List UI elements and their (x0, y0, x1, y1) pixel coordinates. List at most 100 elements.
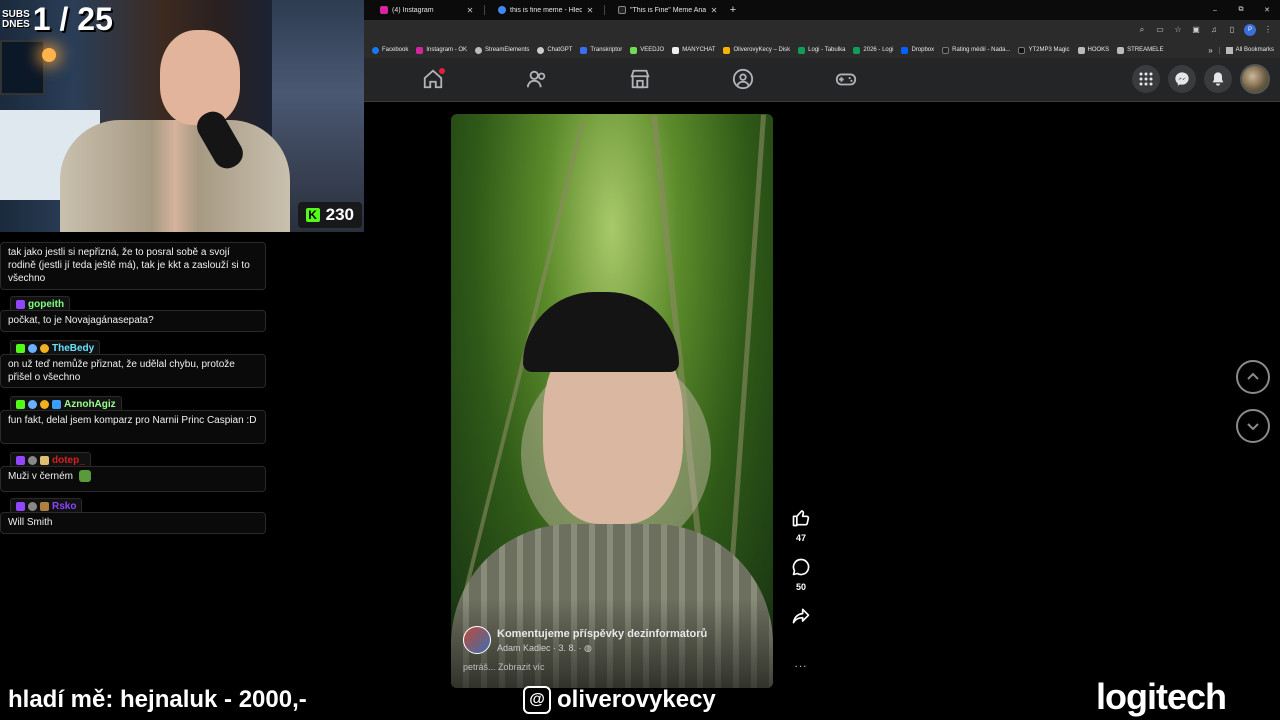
tab-title: (4) Instagram (392, 6, 434, 14)
site-icon (618, 6, 626, 14)
like-count: 47 (795, 533, 806, 543)
nav-gaming[interactable] (835, 68, 857, 90)
nav-home[interactable] (422, 68, 445, 90)
post-author[interactable]: Adam Kadlec (497, 643, 551, 653)
chat-message: Muži v černém (0, 466, 266, 492)
bookmark-veedjo[interactable]: VEEDJO (626, 46, 668, 54)
reel-video[interactable]: Komentujeme příspěvky dezinformatorů Ada… (451, 114, 773, 688)
navbar-actions (1132, 64, 1270, 94)
yt2mp3-icon (1018, 46, 1026, 54)
webcam-overlay: SUBS DNES 1 / 25 K 230 (0, 0, 364, 232)
close-tab-icon[interactable]: ✕ (586, 6, 594, 15)
maximize-button[interactable]: ⧉ (1228, 6, 1254, 14)
all-bookmarks-button[interactable]: All Bookmarks (1218, 46, 1280, 54)
folder-icon (1117, 46, 1125, 54)
post-meta: Adam Kadlec · 3. 8. · ◍ (497, 643, 592, 653)
gem-badge-icon (28, 343, 37, 353)
folder-icon (1225, 46, 1233, 54)
menu-button[interactable] (1132, 65, 1160, 93)
background-monitor (0, 40, 45, 95)
comment-button[interactable]: 50 (786, 557, 816, 592)
messenger-button[interactable] (1168, 65, 1196, 93)
messenger-icon (1175, 72, 1189, 86)
bookmark-transkriptor[interactable]: Transkriptor (576, 46, 626, 54)
pepe-emote-icon (78, 470, 91, 483)
profile-avatar[interactable] (1240, 64, 1270, 94)
bookmark-label: HOOKS (1087, 47, 1110, 53)
browser-tab[interactable]: "This is Fine" Meme Analysis | ✕ (602, 0, 726, 20)
next-reel-button[interactable] (1236, 409, 1270, 443)
bookmark-rating[interactable]: Rating médií - Nada... (938, 46, 1014, 54)
group-avatar[interactable] (463, 626, 491, 654)
bookmark-instagram[interactable]: Instagram - OK (412, 46, 471, 54)
browser-tab[interactable]: this is fine meme - Hledat Goo ✕ (482, 0, 602, 20)
nav-friends[interactable] (526, 68, 548, 90)
chat-username-label: gopeith (28, 298, 65, 310)
bookmark-chatgpt[interactable]: ChatGPT (533, 46, 576, 54)
streamer-head (160, 30, 240, 125)
bookmark-facebook[interactable]: Facebook (368, 46, 412, 54)
dropbox-icon (901, 46, 909, 54)
bookmark-label: Logi - Tabulka (808, 47, 846, 53)
group-title[interactable]: Komentujeme příspěvky dezinformatorů (497, 628, 707, 640)
subs-counter: SUBS DNES 1 / 25 (2, 1, 113, 38)
like-button[interactable]: 47 (786, 508, 816, 543)
rating-icon (942, 46, 950, 54)
bookmark-logi-sheet[interactable]: Logi - Tabulka (794, 46, 849, 54)
kick-badge-icon (16, 399, 25, 409)
minimize-button[interactable]: – (1202, 7, 1228, 14)
bookmarks-overflow-button[interactable]: » (1202, 46, 1218, 55)
share-button[interactable] (786, 606, 816, 631)
notification-dot (439, 68, 445, 74)
kick-icon: K (305, 208, 320, 222)
chat-username-label: dotep_ (52, 454, 85, 466)
chat-message-text: Muži v černém (8, 471, 74, 482)
sidebar-icon[interactable]: ▯ (1226, 24, 1238, 36)
profile-avatar[interactable]: P (1244, 24, 1256, 36)
gaming-icon (835, 73, 857, 86)
close-window-button[interactable]: ✕ (1254, 6, 1280, 14)
bookmark-yt2mp3[interactable]: YT2MP3 Magic (1014, 46, 1073, 54)
logitech-logo: logitech (1096, 676, 1227, 717)
more-options-button[interactable]: ... (786, 656, 816, 670)
search-icon[interactable]: ⌕ (1136, 24, 1148, 36)
facebook-navbar (364, 58, 1280, 102)
bookmark-star-icon[interactable]: ☆ (1172, 24, 1184, 36)
nav-marketplace[interactable] (629, 68, 651, 90)
bookmark-manychat[interactable]: MANYCHAT (668, 46, 719, 54)
caption-preview[interactable]: petráš... Zobrazit víc (463, 662, 545, 672)
close-tab-icon[interactable]: ✕ (466, 6, 474, 15)
notifications-button[interactable] (1204, 65, 1232, 93)
chat-message: Will Smith (0, 512, 266, 534)
instagram-icon (416, 46, 424, 54)
previous-reel-button[interactable] (1236, 360, 1270, 394)
bookmark-drive[interactable]: OliverovyKecy – Disk (719, 46, 794, 54)
hype-badge-icon (28, 501, 37, 511)
bookmarks-bar: Facebook Instagram - OK StreamElements C… (364, 42, 1280, 58)
friends-icon (526, 70, 546, 88)
all-bookmarks-label: All Bookmarks (1235, 47, 1274, 53)
browser-toolbar: ⌕ ▭ ☆ ▣ ♫ ▯ P ⋮ (364, 20, 1280, 42)
nav-groups[interactable] (732, 68, 754, 90)
chevron-up-icon (1247, 372, 1259, 380)
bookmark-streamelements[interactable]: StreamElements (471, 46, 533, 54)
bookmark-label: 2026 - Logi (863, 47, 894, 53)
sheets-icon (798, 46, 806, 54)
handle-name: oliverovykecy (557, 686, 716, 713)
extensions-icon[interactable]: ▣ (1190, 24, 1202, 36)
bookmark-label: YT2MP3 Magic (1028, 47, 1070, 53)
window-controls: – ⧉ ✕ (1202, 0, 1280, 20)
chat-message-text: Will Smith (8, 517, 53, 528)
menu-icon[interactable]: ⋮ (1262, 24, 1274, 36)
chat-message: fun fakt, delal jsem komparz pro Narnii … (0, 410, 266, 444)
browser-tab[interactable]: (4) Instagram ✕ (364, 0, 482, 20)
bookmark-hooks[interactable]: HOOKS (1074, 46, 1114, 54)
post-date: 3. 8. (558, 643, 577, 653)
bookmark-dropbox[interactable]: Dropbox (897, 46, 938, 54)
media-icon[interactable]: ♫ (1208, 24, 1220, 36)
close-tab-icon[interactable]: ✕ (710, 6, 718, 15)
cast-icon[interactable]: ▭ (1154, 24, 1166, 36)
bookmark-streamele[interactable]: STREAMELE (1113, 46, 1167, 54)
new-tab-button[interactable]: + (726, 4, 740, 16)
bookmark-2026-logi[interactable]: 2026 - Logi (849, 46, 897, 54)
